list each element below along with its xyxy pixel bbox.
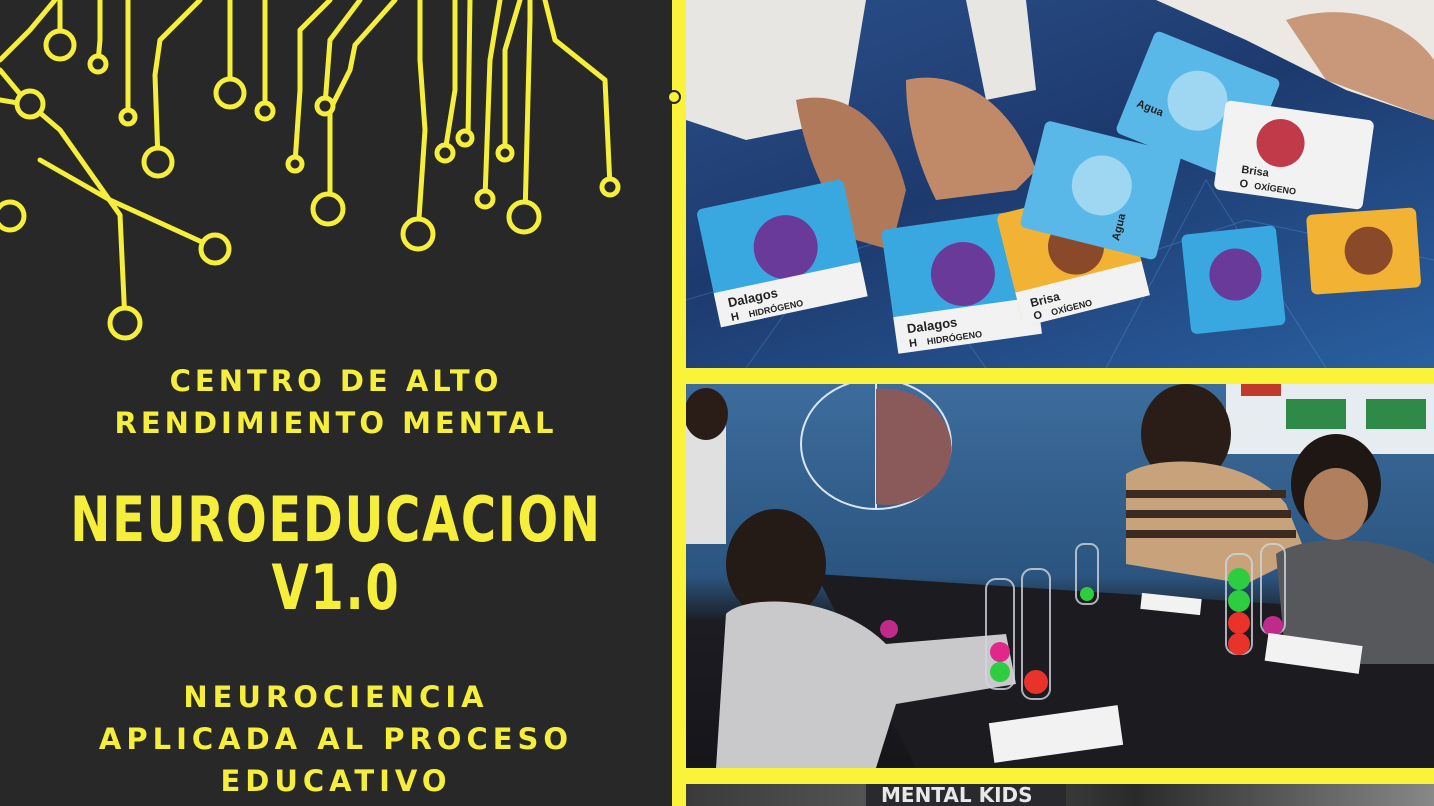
children-game-illustration	[686, 384, 1434, 768]
circuit-board-graphic	[0, 0, 621, 341]
title-panel: CENTRO DE ALTO RENDIMIENTO MENTAL NEUROE…	[0, 0, 672, 806]
tagline: NEUROCIENCIA APLICADA AL PROCESO EDUCATI…	[0, 676, 672, 802]
divider-dot	[667, 90, 681, 104]
tagline-line-1: NEUROCIENCIA	[183, 680, 489, 714]
title-line-1: NEUROEDUCACION	[70, 483, 602, 556]
photo-bottom-strip: MENTAL KIDS	[686, 784, 1434, 806]
tagline-line-2: APLICADA AL PROCESO	[98, 722, 574, 756]
bottom-sign-text: MENTAL KIDS	[881, 784, 1033, 806]
title-line-2: V1.0	[271, 551, 401, 624]
subtitle: CENTRO DE ALTO RENDIMIENTO MENTAL	[0, 360, 672, 444]
tagline-line-3: EDUCATIVO	[220, 764, 452, 798]
subtitle-line-1: CENTRO DE ALTO	[169, 364, 503, 398]
main-title: NEUROEDUCACION V1.0	[47, 486, 625, 622]
bottom-sign: MENTAL KIDS	[866, 784, 1066, 806]
poster-canvas: CENTRO DE ALTO RENDIMIENTO MENTAL NEUROE…	[0, 0, 1434, 806]
card-game-illustration: Dalagos HIDRÓGENO H Dalagos HIDRÓGENO H	[686, 0, 1434, 368]
subtitle-line-2: RENDIMIENTO MENTAL	[114, 406, 558, 440]
photo-children-playing	[686, 384, 1434, 768]
photo-card-game: Dalagos HIDRÓGENO H Dalagos HIDRÓGENO H	[686, 0, 1434, 368]
frame-divider	[672, 0, 686, 806]
brain-graphic	[800, 384, 952, 510]
